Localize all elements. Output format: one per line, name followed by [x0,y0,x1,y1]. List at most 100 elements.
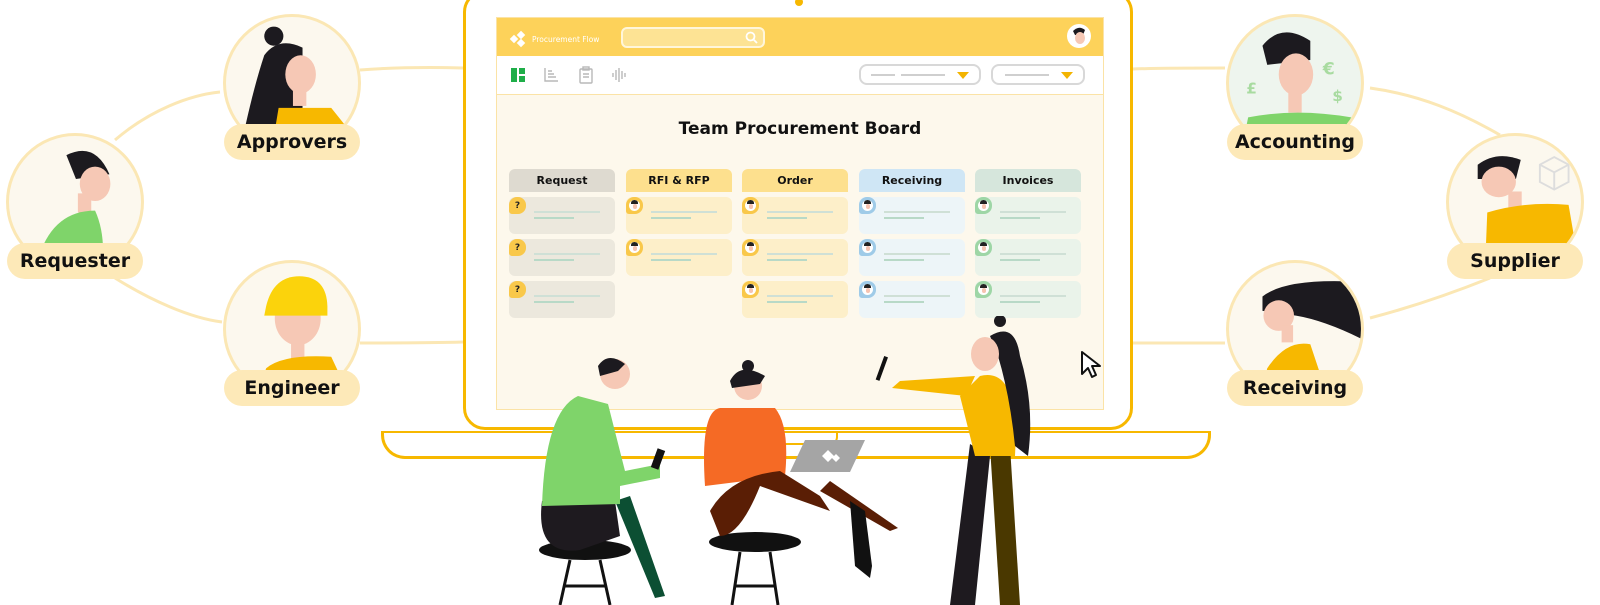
board-column: Invoices [975,169,1081,318]
accounting-label: Accounting [1227,124,1363,160]
team-illustration [539,316,1031,605]
board-card[interactable]: ? [509,197,615,234]
card-text-placeholder [651,217,691,219]
card-text-placeholder [767,217,807,219]
question-icon: ? [509,197,526,214]
chevron-down-icon [1061,72,1073,79]
person-green [539,357,666,605]
board-column: RFI & RFP [626,169,732,276]
board-column: Order [742,169,848,318]
assignee-avatar-icon [975,239,992,256]
board-card[interactable] [975,281,1081,318]
board-column: Receiving [859,169,965,318]
card-text-placeholder [534,211,600,213]
brand-logo[interactable]: Procurement Flow [509,30,599,48]
column-header[interactable]: Request [509,169,615,192]
connector-accounting-supplier [1369,86,1501,137]
card-text-placeholder [884,217,924,219]
card-text-placeholder [884,253,950,255]
role-accounting: £ € $ Accounting [1220,14,1370,164]
column-header[interactable]: Invoices [975,169,1081,192]
assignee-avatar-icon [859,239,876,256]
board-card[interactable] [859,281,965,318]
card-text-placeholder [767,259,807,261]
assignee-avatar-icon [859,281,876,298]
board-card[interactable] [626,197,732,234]
app-topbar: Procurement Flow [497,18,1103,56]
svg-text:£: £ [1246,80,1257,98]
connector-laptop-accounting [1132,66,1226,71]
connector-requester-engineer [114,276,223,324]
role-receiving: Receiving [1220,260,1370,410]
card-text-placeholder [1000,253,1066,255]
card-text-placeholder [1000,301,1040,303]
person-yellow [875,316,1031,605]
search-input[interactable] [621,27,765,48]
card-text-placeholder [884,301,924,303]
card-text-placeholder [1000,211,1066,213]
card-text-placeholder [884,295,950,297]
role-engineer: Engineer [217,260,367,410]
receiving-label: Receiving [1227,370,1363,406]
mouse-cursor-icon [1081,351,1101,378]
board-card[interactable]: ? [509,239,615,276]
card-text-placeholder [884,259,924,261]
assignee-avatar-icon [626,239,643,256]
svg-text:€: € [1322,59,1335,79]
connector-approvers-laptop [359,65,464,72]
question-icon: ? [509,239,526,256]
card-text-placeholder [651,253,717,255]
user-avatar[interactable] [1067,24,1091,48]
card-text-placeholder [534,259,574,261]
board-card[interactable] [859,239,965,276]
card-text-placeholder [1000,295,1066,297]
requester-label: Requester [7,243,143,279]
board-card[interactable] [975,197,1081,234]
timeline-icon[interactable] [542,66,560,84]
card-text-placeholder [651,259,691,261]
filter-dropdown-1[interactable] [859,64,981,85]
board-card[interactable]: ? [509,281,615,318]
card-text-placeholder [767,295,833,297]
board-card[interactable] [626,239,732,276]
board-column: Request??? [509,169,615,318]
column-header[interactable]: Receiving [859,169,965,192]
card-text-placeholder [534,295,600,297]
card-text-placeholder [767,301,807,303]
engineer-label: Engineer [224,370,360,406]
search-icon[interactable] [745,31,758,44]
activity-icon[interactable] [611,66,629,84]
assignee-avatar-icon [742,197,759,214]
board-card[interactable] [859,197,965,234]
assignee-avatar-icon [975,281,992,298]
card-text-placeholder [884,211,950,213]
connector-receiving-supplier [1369,276,1491,320]
card-text-placeholder [1000,259,1040,261]
board-view-icon[interactable] [509,66,527,84]
column-header[interactable]: RFI & RFP [626,169,732,192]
assignee-avatar-icon [742,281,759,298]
board-card[interactable] [742,281,848,318]
card-text-placeholder [1000,217,1040,219]
assignee-avatar-icon [859,197,876,214]
logo-icon [509,30,526,48]
supplier-label: Supplier [1447,243,1583,279]
filter-dropdown-2[interactable] [991,64,1085,85]
board-title: Team Procurement Board [678,119,922,139]
role-requester: Requester [0,133,150,283]
column-header[interactable]: Order [742,169,848,192]
connector-engineer-laptop [359,340,464,345]
card-text-placeholder [534,301,574,303]
clipboard-icon[interactable] [577,66,595,84]
card-text-placeholder [767,211,833,213]
board-card[interactable] [742,239,848,276]
card-text-placeholder [534,253,600,255]
card-text-placeholder [651,211,717,213]
board-card[interactable] [742,197,848,234]
svg-text:$: $ [1332,87,1343,105]
person-orange [704,360,898,605]
board-card[interactable] [975,239,1081,276]
role-approvers: Approvers [217,14,367,164]
approvers-label: Approvers [224,124,360,160]
role-supplier: Supplier [1440,133,1590,283]
